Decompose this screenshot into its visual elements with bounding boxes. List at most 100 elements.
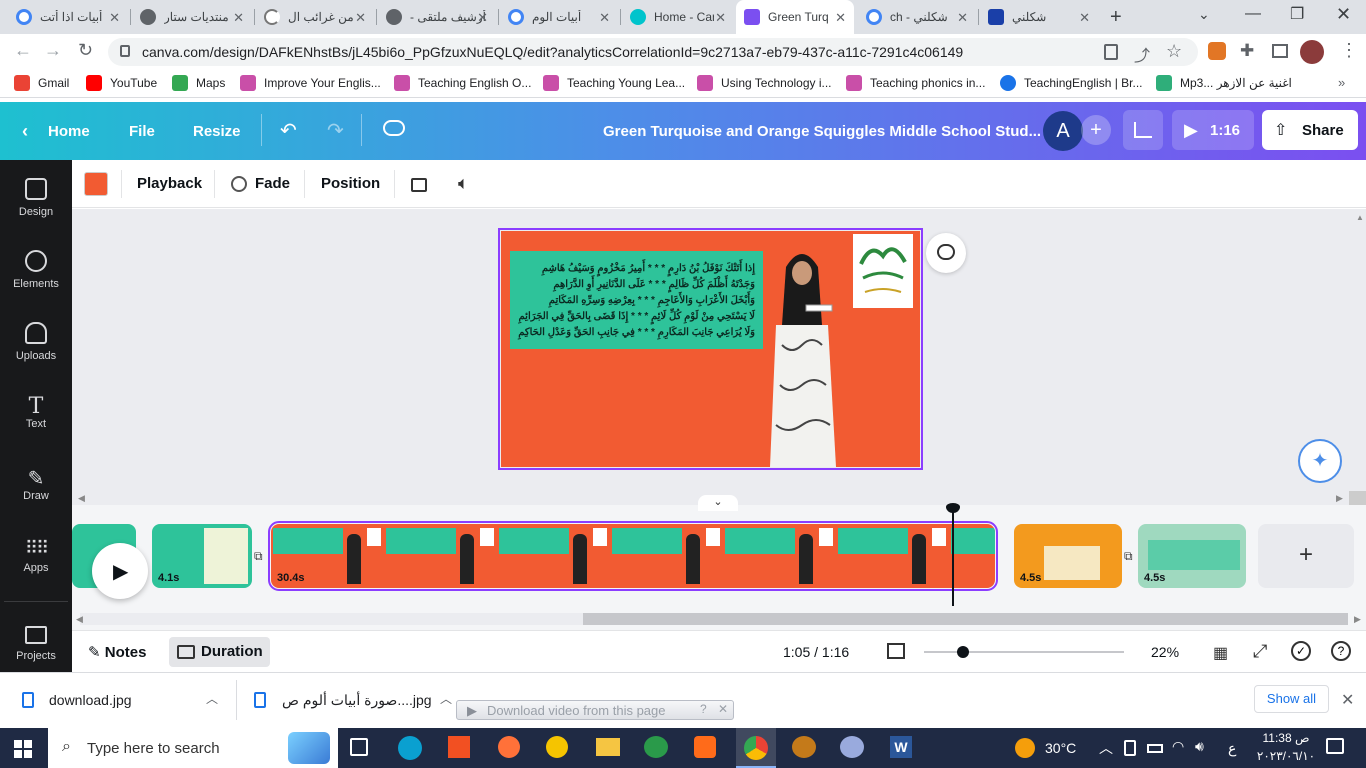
lock-icon[interactable] (120, 45, 130, 57)
page-icon[interactable] (1104, 44, 1118, 60)
paint-icon[interactable] (840, 736, 864, 758)
cloud-saved-icon[interactable] (383, 120, 405, 136)
usb-icon[interactable] (1124, 740, 1136, 756)
close-icon[interactable]: ✕ (718, 702, 728, 716)
grid-view-icon[interactable]: ▦ (1213, 643, 1228, 663)
share-page-icon[interactable]: ⤴ (1134, 42, 1150, 66)
close-tab-icon[interactable]: ✕ (233, 10, 244, 26)
avatar[interactable]: A (1043, 111, 1083, 151)
timeline-scrollbar-thumb[interactable] (583, 613, 1348, 625)
close-window-icon[interactable]: ✕ (1336, 4, 1351, 25)
tray-chevron-icon[interactable]: ︿ (1099, 738, 1113, 758)
profile-avatar[interactable] (1300, 40, 1324, 64)
scroll-left-icon[interactable]: ◀ (78, 493, 85, 504)
weather-icon[interactable] (1015, 738, 1035, 758)
notes-button[interactable]: ✎ Notes (88, 643, 146, 661)
bookmark-item[interactable]: YouTube (86, 75, 157, 91)
bookmark-item[interactable]: Teaching English O... (394, 75, 531, 91)
notifications-icon[interactable] (1326, 738, 1344, 754)
download-item[interactable]: download.jpg (49, 692, 132, 708)
browser-tab-active[interactable]: Green Turquoise✕ (736, 0, 854, 34)
playhead[interactable] (952, 510, 954, 606)
duration-button[interactable]: Duration (169, 637, 270, 667)
chevron-up-icon[interactable]: ︿ (440, 690, 452, 707)
sidebar-item-uploads[interactable]: Uploads (0, 322, 72, 362)
bookmark-star-icon[interactable]: ☆ (1166, 41, 1182, 62)
chrome-menu-icon[interactable]: ⋮ (1340, 40, 1358, 61)
fullscreen-icon[interactable]: ⤢ (1253, 641, 1267, 662)
browser-tab[interactable]: منتديات ستار ✕ (132, 0, 252, 34)
download-item[interactable]: صورة أبيات ألوم ص....jpg (282, 692, 432, 709)
design-title[interactable]: Green Turquoise and Orange Squiggles Mid… (603, 123, 1041, 140)
fade-button[interactable]: Fade (255, 175, 290, 192)
bookmark-item[interactable]: Improve Your Englis... (240, 75, 381, 91)
browser-tab[interactable]: من غرائب ال ✕ (256, 0, 374, 34)
more-bookmarks-icon[interactable]: » (1338, 75, 1345, 90)
browser-tab[interactable]: أبيات الوم ✕ (500, 0, 618, 34)
resize-button[interactable]: Resize (193, 123, 241, 140)
sidebar-item-apps[interactable]: ⠿⠿ Apps (0, 538, 72, 574)
word-icon[interactable]: W (890, 736, 912, 758)
scroll-up-icon[interactable]: ▲ (1356, 213, 1364, 222)
pdf-icon[interactable] (694, 736, 716, 758)
file-explorer-icon[interactable] (596, 738, 620, 756)
close-tab-icon[interactable]: ✕ (477, 10, 488, 26)
taskbar-clock[interactable]: 11:38 ص (1256, 731, 1316, 745)
chrome-taskbar-button[interactable] (736, 728, 776, 768)
zoom-level[interactable]: 22% (1151, 644, 1179, 660)
arabic-language-logo[interactable] (853, 234, 913, 308)
help-icon[interactable]: ? (1331, 641, 1351, 661)
close-tab-icon[interactable]: ✕ (1079, 10, 1090, 26)
transition-icon[interactable]: ⧉ (254, 549, 263, 564)
share-button[interactable]: ⇧ Share (1262, 110, 1358, 150)
zoom-slider-track[interactable] (924, 651, 1124, 653)
sidebar-item-text[interactable]: T Text (0, 394, 72, 430)
scroll-right-icon[interactable]: ▶ (1336, 493, 1343, 504)
back-chevron-icon[interactable]: ‹ (22, 121, 28, 142)
restore-icon[interactable]: ❐ (1290, 4, 1304, 24)
tab-search-icon[interactable]: ⌄ (1198, 6, 1210, 23)
bookmark-item[interactable]: Gmail (14, 75, 69, 91)
present-play-button[interactable]: ▶ 1:16 (1172, 110, 1254, 150)
url-text[interactable]: canva.com/design/DAFkENhstBs/jL45bi6o_Pp… (142, 44, 963, 60)
timeline-clip[interactable]: 4.1s (152, 524, 252, 588)
check-icon[interactable]: ✓ (1291, 641, 1311, 661)
weather-temp[interactable]: 30°C (1045, 740, 1076, 756)
battery-icon[interactable] (1147, 744, 1163, 753)
close-tab-icon[interactable]: ✕ (109, 10, 120, 26)
sidebar-item-projects[interactable]: Projects (0, 626, 72, 662)
side-panel-icon[interactable] (1272, 44, 1288, 58)
playback-button[interactable]: Playback (137, 175, 202, 192)
bookmark-item[interactable]: Teaching phonics in... (846, 75, 985, 91)
scroll-right-icon[interactable]: ▶ (1354, 614, 1361, 625)
sidebar-item-elements[interactable]: Elements (0, 250, 72, 290)
browser-tab[interactable]: أرشيف ملتقى - ✕ (378, 0, 496, 34)
new-tab-icon[interactable]: + (1110, 6, 1122, 29)
lock-element-icon[interactable] (411, 178, 427, 192)
undo-icon[interactable]: ↶ (280, 118, 297, 143)
firefox-icon[interactable] (498, 736, 520, 758)
analytics-button[interactable] (1123, 110, 1163, 150)
timeline-clip[interactable]: 4.5s (1014, 524, 1122, 588)
back-icon[interactable]: ← (14, 40, 32, 61)
browser-tab[interactable]: أبيات اذا أتت ✕ (8, 0, 128, 34)
close-tab-icon[interactable]: ✕ (355, 10, 366, 26)
zoom-slider-thumb[interactable] (957, 646, 969, 658)
browser-tab[interactable]: Home - Canva✕ (622, 0, 734, 34)
volume-icon[interactable]: 🔊︎ (1195, 738, 1204, 755)
bookmark-item[interactable]: Teaching Young Lea... (543, 75, 685, 91)
timeline-clip[interactable]: 4.5s (1138, 524, 1246, 588)
extensions-icon[interactable]: ✚ (1240, 41, 1254, 61)
add-collaborator-icon[interactable]: + (1081, 115, 1111, 145)
sidebar-item-draw[interactable]: ✎ Draw (0, 466, 72, 502)
wifi-icon[interactable]: ◠ (1172, 738, 1184, 755)
position-button[interactable]: Position (321, 175, 380, 192)
add-comment-button[interactable] (926, 233, 966, 273)
close-tab-icon[interactable]: ✕ (599, 10, 610, 26)
bookmark-item[interactable]: Maps (172, 75, 225, 91)
page-view-icon[interactable] (887, 643, 905, 659)
edge-icon[interactable] (398, 736, 422, 760)
download-video-extension-bar[interactable]: ▶ Download video from this page ? ✕ (456, 700, 734, 720)
browser-tab[interactable]: شكلني ✕ (980, 0, 1098, 34)
input-language[interactable]: ع (1228, 740, 1236, 757)
